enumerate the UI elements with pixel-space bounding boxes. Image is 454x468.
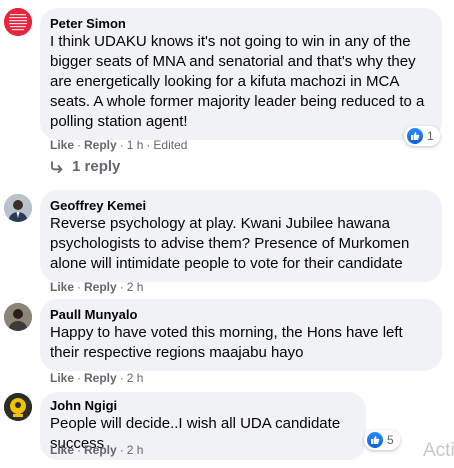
comment-text: I think UDAKU knows it's not going to wi… — [50, 33, 425, 130]
reaction-count[interactable]: 1 — [404, 126, 440, 146]
comment-actions: Like · Reply · 2 h — [50, 371, 143, 385]
avatar[interactable] — [4, 393, 32, 421]
separator: · — [77, 280, 82, 294]
comment-author[interactable]: Paull Munyalo — [50, 307, 430, 323]
person-photo-icon — [4, 303, 32, 331]
person-photo-icon — [4, 194, 32, 222]
comment-author[interactable]: John Ngigi — [50, 398, 354, 414]
comment-time[interactable]: 2 h — [127, 443, 144, 457]
separator: · — [77, 443, 82, 457]
separator: · — [119, 371, 124, 385]
comment-author[interactable]: Geoffrey Kemei — [50, 198, 430, 214]
separator: · — [119, 280, 124, 294]
comment-bubble: Paull Munyalo Happy to have voted this m… — [40, 299, 442, 371]
avatar-text-image-icon — [4, 8, 32, 36]
comment-time[interactable]: 1 h — [127, 138, 144, 152]
reaction-count-value: 5 — [387, 433, 394, 447]
like-reaction-icon — [407, 128, 423, 144]
comment-time[interactable]: 2 h — [127, 371, 144, 385]
replies-label: 1 reply — [72, 158, 121, 175]
view-replies-button[interactable]: 1 reply — [50, 158, 120, 175]
reaction-count[interactable]: 5 — [364, 430, 400, 450]
comment-actions: Like · Reply · 2 h — [50, 443, 143, 457]
comment-text: Happy to have voted this morning, the Ho… — [50, 324, 403, 361]
comment-bubble: Geoffrey Kemei Reverse psychology at pla… — [40, 190, 442, 282]
like-button[interactable]: Like — [50, 138, 74, 152]
comment-time[interactable]: 2 h — [127, 280, 144, 294]
reply-button[interactable]: Reply — [84, 280, 117, 294]
uda-logo-icon — [4, 393, 32, 421]
avatar[interactable] — [4, 194, 32, 222]
separator: · — [119, 138, 124, 152]
comment-text: Reverse psychology at play. Kwani Jubile… — [50, 215, 410, 272]
reply-arrow-icon — [51, 160, 63, 173]
separator: · — [77, 371, 82, 385]
like-reaction-icon — [367, 432, 383, 448]
activate-windows-watermark: Acti — [423, 440, 454, 461]
separator: · — [77, 138, 82, 152]
avatar[interactable] — [4, 8, 32, 36]
like-button[interactable]: Like — [50, 371, 74, 385]
comment-actions: Like · Reply · 1 h · Edited — [50, 138, 187, 152]
avatar[interactable] — [4, 303, 32, 331]
reply-button[interactable]: Reply — [84, 371, 117, 385]
comment-actions: Like · Reply · 2 h — [50, 280, 143, 294]
reply-button[interactable]: Reply — [84, 138, 117, 152]
separator: · — [119, 443, 124, 457]
like-button[interactable]: Like — [50, 443, 74, 457]
comment-bubble: Peter Simon I think UDAKU knows it's not… — [40, 8, 442, 140]
separator: · — [146, 138, 151, 152]
reply-button[interactable]: Reply — [84, 443, 117, 457]
comment-author[interactable]: Peter Simon — [50, 16, 430, 32]
edited-label: Edited — [153, 138, 188, 152]
like-button[interactable]: Like — [50, 280, 74, 294]
reaction-count-value: 1 — [427, 129, 434, 143]
